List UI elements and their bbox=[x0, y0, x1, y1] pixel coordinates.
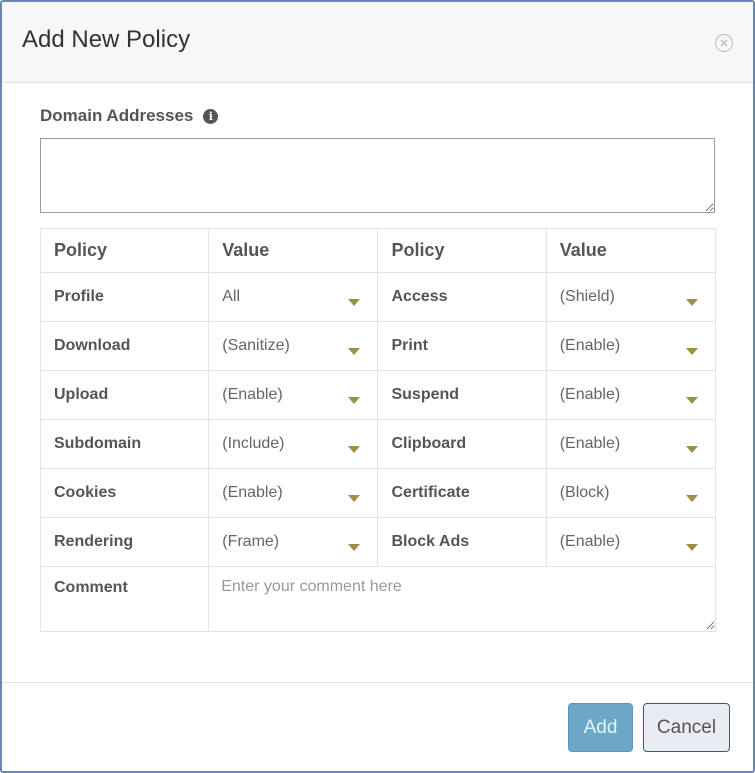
policy-name: Cookies bbox=[39, 468, 210, 518]
info-icon[interactable]: i bbox=[203, 108, 219, 124]
policy-value-select[interactable]: (Sanitize) bbox=[208, 321, 379, 371]
cancel-button[interactable]: Cancel bbox=[643, 703, 730, 752]
column-header-value: Value bbox=[545, 228, 717, 273]
table-header-row: Policy Value Policy Value bbox=[39, 228, 717, 273]
table-row: Rendering (Frame) Block Ads (Enable) bbox=[39, 517, 717, 567]
chevron-down-icon bbox=[686, 348, 698, 355]
table-row: Profile All Access (Shield) bbox=[39, 272, 717, 322]
policy-name: Block Ads bbox=[377, 517, 547, 567]
policy-value-select[interactable]: (Frame) bbox=[208, 517, 379, 567]
policy-value-select[interactable]: (Enable) bbox=[545, 419, 717, 469]
dialog-header: Add New Policy bbox=[2, 2, 753, 83]
chevron-down-icon bbox=[686, 446, 698, 453]
chevron-down-icon bbox=[686, 397, 698, 404]
chevron-down-icon bbox=[348, 299, 361, 306]
selected-value: (Frame) bbox=[222, 533, 280, 550]
table-row: Upload (Enable) Suspend (Enable) bbox=[39, 370, 717, 420]
policy-value-select[interactable]: (Enable) bbox=[208, 468, 379, 518]
policy-value-select[interactable]: All bbox=[208, 272, 379, 322]
column-header-policy: Policy bbox=[39, 228, 210, 273]
table-row: Subdomain (Include) Clipboard (Enable) bbox=[39, 419, 717, 469]
policy-value-select[interactable]: (Enable) bbox=[545, 370, 717, 420]
comment-input[interactable] bbox=[209, 567, 715, 630]
add-button[interactable]: Add bbox=[568, 703, 633, 752]
chevron-down-icon bbox=[686, 544, 698, 551]
selected-value: (Sanitize) bbox=[222, 337, 290, 354]
selected-value: (Enable) bbox=[559, 533, 621, 550]
policy-value-select[interactable]: (Enable) bbox=[208, 370, 379, 420]
selected-value: (Enable) bbox=[559, 337, 621, 354]
selected-value: (Enable) bbox=[222, 484, 283, 501]
policy-value-select[interactable]: (Include) bbox=[208, 419, 379, 469]
close-icon[interactable] bbox=[715, 34, 733, 52]
comment-cell bbox=[208, 566, 716, 632]
selected-value: (Enable) bbox=[559, 435, 621, 452]
chevron-down-icon bbox=[348, 495, 361, 502]
selected-value: (Include) bbox=[222, 435, 285, 452]
policy-name: Certificate bbox=[377, 468, 547, 518]
dialog-footer: Add Cancel bbox=[2, 682, 753, 771]
domain-addresses-label: Domain Addresses i bbox=[40, 106, 219, 126]
table-row: Download (Sanitize) Print (Enable) bbox=[39, 321, 717, 371]
chevron-down-icon bbox=[686, 299, 698, 306]
policy-name: Profile bbox=[39, 272, 210, 322]
chevron-down-icon bbox=[348, 397, 361, 404]
policy-value-select[interactable]: (Shield) bbox=[545, 272, 717, 322]
column-header-policy: Policy bbox=[377, 228, 547, 273]
comment-label: Comment bbox=[39, 566, 210, 632]
chevron-down-icon bbox=[348, 446, 361, 453]
policy-name: Print bbox=[377, 321, 547, 371]
policy-name: Suspend bbox=[377, 370, 547, 420]
selected-value: (Enable) bbox=[559, 386, 621, 403]
policy-name: Rendering bbox=[39, 517, 210, 567]
add-policy-dialog: Add New Policy Domain Addresses i Policy… bbox=[0, 0, 755, 773]
dialog-title: Add New Policy bbox=[22, 26, 191, 53]
domain-addresses-input[interactable] bbox=[40, 138, 715, 213]
domain-addresses-label-text: Domain Addresses bbox=[40, 106, 194, 125]
selected-value: (Shield) bbox=[559, 288, 615, 305]
policy-value-select[interactable]: (Block) bbox=[545, 468, 717, 518]
comment-row: Comment bbox=[39, 566, 716, 632]
selected-value: (Block) bbox=[559, 484, 610, 501]
policy-name: Clipboard bbox=[377, 419, 547, 469]
table-row: Cookies (Enable) Certificate (Block) bbox=[39, 468, 717, 518]
policy-value-select[interactable]: (Enable) bbox=[545, 517, 717, 567]
policy-name: Upload bbox=[39, 370, 210, 420]
policy-table: Policy Value Policy Value Profile All Ac… bbox=[39, 228, 717, 632]
chevron-down-icon bbox=[348, 544, 361, 551]
selected-value: All bbox=[222, 288, 241, 305]
selected-value: (Enable) bbox=[222, 386, 283, 403]
chevron-down-icon bbox=[348, 348, 361, 355]
policy-name: Subdomain bbox=[39, 419, 210, 469]
chevron-down-icon bbox=[686, 495, 698, 502]
column-header-value: Value bbox=[208, 228, 379, 273]
policy-name: Access bbox=[377, 272, 547, 322]
policy-name: Download bbox=[39, 321, 210, 371]
policy-value-select[interactable]: (Enable) bbox=[545, 321, 717, 371]
